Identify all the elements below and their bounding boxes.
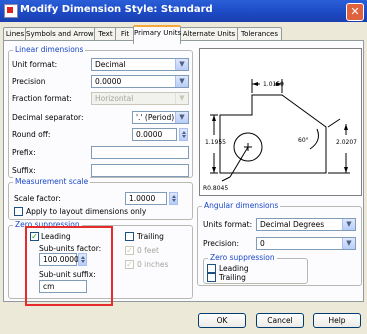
round-off-label: Round off: [12, 130, 51, 139]
trailing-label: Trailing [137, 232, 164, 241]
zero-feet-checkbox: ✓ [125, 246, 134, 255]
prefix-label: Prefix: [12, 148, 36, 157]
angle-text: 60° [298, 137, 309, 144]
angular-trailing-checkbox[interactable] [207, 273, 216, 282]
angular-trailing-label: Trailing [219, 273, 246, 282]
linear-dimensions-title: Linear dimensions [13, 45, 86, 54]
chevron-down-icon: ▼ [342, 238, 355, 249]
precision-label: Precision [12, 77, 46, 86]
fraction-format-label: Fraction format: [12, 94, 72, 103]
angular-leading-label: Leading [219, 264, 249, 273]
title-bar: Modify Dimension Style: Standard ✕ [0, 0, 367, 22]
layout-only-label: Apply to layout dimensions only [26, 207, 147, 216]
angular-precision-select[interactable]: 0 ▼ [256, 237, 356, 250]
window-title: Modify Dimension Style: Standard [20, 4, 213, 15]
chevron-down-icon: ▼ [175, 76, 188, 87]
round-off-spinner[interactable] [179, 128, 188, 141]
decimal-separator-select[interactable]: '.' (Period) ▼ [132, 111, 189, 124]
angular-leading-checkbox[interactable] [207, 264, 216, 273]
zero-feet-label: 0 feet [137, 246, 159, 255]
help-button[interactable]: Help [313, 313, 361, 328]
app-icon [4, 4, 18, 18]
zero-inches-checkbox: ✓ [125, 260, 134, 269]
unit-format-select[interactable]: Decimal ▼ [91, 58, 189, 71]
leading-label: Leading [41, 232, 71, 241]
angular-units-format-select[interactable]: Decimal Degrees ▼ [256, 218, 356, 231]
sub-units-factor-label: Sub-units factor: [39, 244, 102, 253]
unit-format-label: Unit format: [12, 60, 58, 69]
sub-units-factor-input[interactable]: 100.0000 [39, 253, 79, 266]
trailing-checkbox[interactable] [125, 232, 134, 241]
part-outline [219, 94, 327, 174]
chevron-down-icon: ▼ [175, 112, 188, 123]
dim-top-text: 1.0159 [263, 81, 284, 88]
radius-text: R0.8045 [203, 185, 228, 192]
sub-unit-suffix-label: Sub-unit suffix: [39, 270, 96, 279]
angular-units-format-label: Units format: [203, 220, 253, 229]
dim-left-text: 1.1955 [205, 139, 226, 146]
layout-only-checkbox[interactable] [14, 207, 23, 216]
angular-dimensions-title: Angular dimensions [202, 201, 281, 210]
chevron-down-icon: ▼ [175, 93, 188, 104]
angular-zero-suppression-title: Zero suppression [208, 253, 277, 262]
scale-factor-input[interactable]: 1.0000 [125, 192, 167, 205]
scale-factor-label: Scale factor: [14, 194, 61, 203]
primary-units-panel: Linear dimensions Unit format: Decimal ▼ … [3, 40, 364, 306]
suffix-input[interactable] [91, 164, 189, 177]
fraction-format-select: Horizontal ▼ [91, 92, 189, 105]
round-off-input[interactable]: 0.0000 [132, 128, 177, 141]
angular-precision-label: Precision: [203, 239, 239, 248]
ok-button[interactable]: OK [198, 313, 246, 328]
dim-right-text: 2.0207 [336, 139, 357, 146]
sub-unit-suffix-input[interactable]: cm [39, 280, 87, 293]
chevron-down-icon: ▼ [175, 59, 188, 70]
tab-primary-units[interactable]: Primary Units [133, 25, 181, 44]
scale-factor-spinner[interactable] [169, 192, 178, 205]
suffix-label: Suffix: [12, 166, 36, 175]
leading-checkbox[interactable]: ✓ [30, 232, 39, 241]
cancel-button[interactable]: Cancel [256, 313, 304, 328]
close-button[interactable]: ✕ [346, 3, 364, 21]
dimension-preview: 1.0159 1.1955 2.0207 60° R0.8045 [199, 48, 362, 196]
precision-select[interactable]: 0.0000 ▼ [91, 75, 189, 88]
measurement-scale-title: Measurement scale [13, 177, 91, 186]
sub-units-factor-spinner[interactable] [78, 253, 87, 266]
decimal-separator-label: Decimal separator: [12, 113, 84, 122]
zero-inches-label: 0 inches [137, 260, 169, 269]
preview-drawing: 1.0159 1.1955 2.0207 60° R0.8045 [203, 79, 357, 192]
prefix-input[interactable] [91, 146, 189, 159]
chevron-down-icon: ▼ [342, 219, 355, 230]
